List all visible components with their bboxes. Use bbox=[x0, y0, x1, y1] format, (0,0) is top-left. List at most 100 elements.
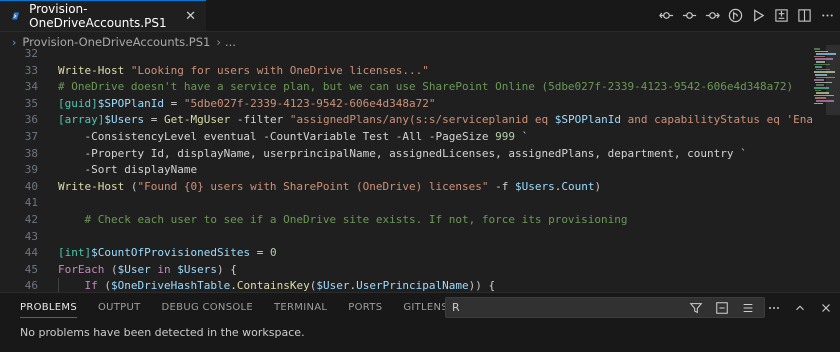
code-line[interactable]: 35 [guid]$SPOPlanId = "5dbe027f-2339-4123… bbox=[0, 96, 436, 113]
line-number: 35 bbox=[24, 96, 38, 110]
more-actions-icon[interactable] bbox=[766, 300, 782, 316]
code-token: $User bbox=[117, 262, 151, 276]
code-token: . bbox=[230, 279, 237, 292]
problems-message: No problems have been detected in the wo… bbox=[20, 326, 305, 339]
code-token: $Users bbox=[104, 113, 145, 127]
panel-tabs: PROBLEMS OUTPUT DEBUG CONSOLE TERMINAL PORTS… bbox=[0, 293, 505, 321]
tab-output[interactable]: OUTPUT bbox=[98, 293, 141, 321]
line-number: 41 bbox=[24, 196, 38, 210]
code-line[interactable]: 46 If ($OneDriveHashTable.ContainsKey($U… bbox=[0, 278, 495, 292]
tab-debug-console[interactable]: DEBUG CONSOLE bbox=[162, 293, 253, 321]
line-number: 32 bbox=[24, 47, 38, 60]
code-token: # Check each user to see if a OneDrive s… bbox=[58, 213, 628, 226]
code-token: ` bbox=[514, 130, 529, 143]
timeline-forward-icon[interactable] bbox=[704, 7, 721, 24]
code-editor[interactable]: 32 33 Write-Host "Looking for users with O… bbox=[0, 45, 812, 292]
line-number: 42 bbox=[24, 213, 38, 226]
code-line[interactable]: 41 bbox=[0, 195, 38, 212]
code-token: -filter bbox=[230, 113, 290, 127]
code-token: 999 bbox=[495, 130, 515, 143]
view-as-list-icon[interactable] bbox=[740, 300, 756, 316]
code-text: Write-Host "Looking for users with OneDr… bbox=[58, 63, 429, 80]
minimap-line bbox=[814, 87, 829, 89]
bottom-panel: PROBLEMS OUTPUT DEBUG CONSOLE TERMINAL PORTS… bbox=[0, 292, 840, 352]
code-line[interactable]: 43 bbox=[0, 229, 38, 246]
minimap-line bbox=[814, 63, 830, 66]
line-number: 46 bbox=[24, 279, 38, 292]
code-token: $SPOPlanId bbox=[554, 113, 621, 127]
code-token: $SPOPlanId bbox=[97, 96, 164, 110]
code-line[interactable]: 38 -Property Id, displayName, userprinci… bbox=[0, 146, 747, 163]
code-token: $User bbox=[316, 279, 350, 292]
minimap-line bbox=[816, 76, 835, 79]
code-token: ( bbox=[110, 262, 118, 276]
editor-actions bbox=[658, 0, 836, 31]
tab-gitlens[interactable]: GITLENS bbox=[403, 293, 448, 321]
minimap-line bbox=[816, 68, 830, 71]
code-token: Count bbox=[561, 179, 595, 193]
scrollbar-thumb[interactable] bbox=[826, 45, 840, 115]
split-editor-icon[interactable] bbox=[796, 7, 813, 24]
code-text: # OneDrive doesn't have a service plan, … bbox=[58, 79, 793, 96]
gitlens-icon[interactable] bbox=[727, 7, 744, 24]
more-actions-icon[interactable] bbox=[819, 7, 836, 24]
code-token: )) bbox=[468, 279, 482, 292]
code-line[interactable]: 45 ForEach ($User in $Users) { bbox=[0, 262, 237, 279]
code-token: -f bbox=[488, 179, 515, 193]
powershell-icon bbox=[12, 12, 20, 20]
code-line[interactable]: 33 Write-Host "Looking for users with One… bbox=[0, 63, 429, 80]
git-compare-icon[interactable] bbox=[658, 7, 675, 24]
code-token: If bbox=[58, 279, 98, 292]
run-icon[interactable] bbox=[750, 7, 767, 24]
code-token: [guid] bbox=[58, 96, 98, 110]
code-text: -Property Id, displayName, userprincipal… bbox=[58, 146, 746, 163]
code-line[interactable]: 44 [int]$CountOfProvisionedSites = 0 bbox=[0, 245, 277, 262]
code-token: Write-Host bbox=[58, 63, 131, 77]
open-changes-icon[interactable] bbox=[773, 7, 790, 24]
line-number: 45 bbox=[24, 262, 38, 276]
code-text: -Sort displayName bbox=[58, 162, 197, 179]
close-panel-icon[interactable] bbox=[818, 300, 834, 316]
line-number: 44 bbox=[24, 246, 38, 260]
code-line[interactable]: 36 [array]$Users = Get-MgUser -filter "as… bbox=[0, 112, 812, 129]
line-number: 37 bbox=[24, 130, 38, 143]
code-line[interactable]: 34 # OneDrive doesn't have a service plan… bbox=[0, 79, 793, 96]
code-token: = bbox=[163, 96, 184, 110]
close-icon[interactable]: ✕ bbox=[185, 9, 196, 24]
code-line[interactable]: 37 -ConsistencyLevel eventual -CountVari… bbox=[0, 129, 528, 146]
code-token: Write-Host bbox=[58, 179, 131, 193]
minimap-line bbox=[815, 81, 832, 84]
code-token: -ConsistencyLevel eventual -CountVariabl… bbox=[58, 130, 496, 143]
minimap-line bbox=[815, 74, 827, 76]
minimap[interactable] bbox=[812, 45, 840, 292]
minimap-line bbox=[815, 58, 833, 60]
minimap-line bbox=[816, 100, 834, 102]
code-line[interactable]: 42 # Check each user to see if a OneDriv… bbox=[0, 212, 628, 229]
git-commit-icon[interactable] bbox=[681, 7, 698, 24]
tab-provision-onedrive[interactable]: Provision-OneDriveAccounts.PS1 ✕ bbox=[0, 0, 206, 31]
line-number: 40 bbox=[24, 179, 38, 193]
code-token: -Sort displayName bbox=[58, 163, 198, 177]
tab-problems[interactable]: PROBLEMS bbox=[20, 293, 77, 321]
code-text: [array]$Users = Get-MgUser -filter "assi… bbox=[58, 112, 812, 129]
code-token: UserPrincipalName bbox=[356, 279, 469, 292]
code-token: { bbox=[481, 279, 496, 292]
maximize-panel-icon[interactable] bbox=[792, 300, 808, 316]
code-token: ForEach bbox=[58, 262, 105, 276]
minimap-line bbox=[815, 89, 821, 92]
code-line[interactable]: 32 bbox=[0, 46, 38, 63]
code-token: "Found {0} users with SharePoint (OneDri… bbox=[137, 179, 489, 193]
tab-ports[interactable]: PORTS bbox=[348, 293, 382, 321]
line-number: 43 bbox=[24, 229, 38, 243]
tab-terminal[interactable]: TERMINAL bbox=[274, 293, 327, 321]
code-line[interactable]: 39 -Sort displayName bbox=[0, 162, 197, 179]
code-token: $Users bbox=[177, 262, 217, 276]
code-token: = bbox=[250, 246, 270, 260]
filter-icon[interactable] bbox=[688, 300, 704, 316]
code-text: -ConsistencyLevel eventual -CountVariabl… bbox=[58, 129, 528, 146]
collapse-all-icon[interactable] bbox=[714, 300, 730, 316]
code-token: "Looking for users with OneDrive license… bbox=[130, 63, 429, 77]
code-token: = bbox=[144, 113, 164, 127]
code-text: Write-Host ("Found {0} users with ShareP… bbox=[58, 179, 601, 196]
code-line[interactable]: 40 Write-Host ("Found {0} users with Shar… bbox=[0, 179, 601, 196]
